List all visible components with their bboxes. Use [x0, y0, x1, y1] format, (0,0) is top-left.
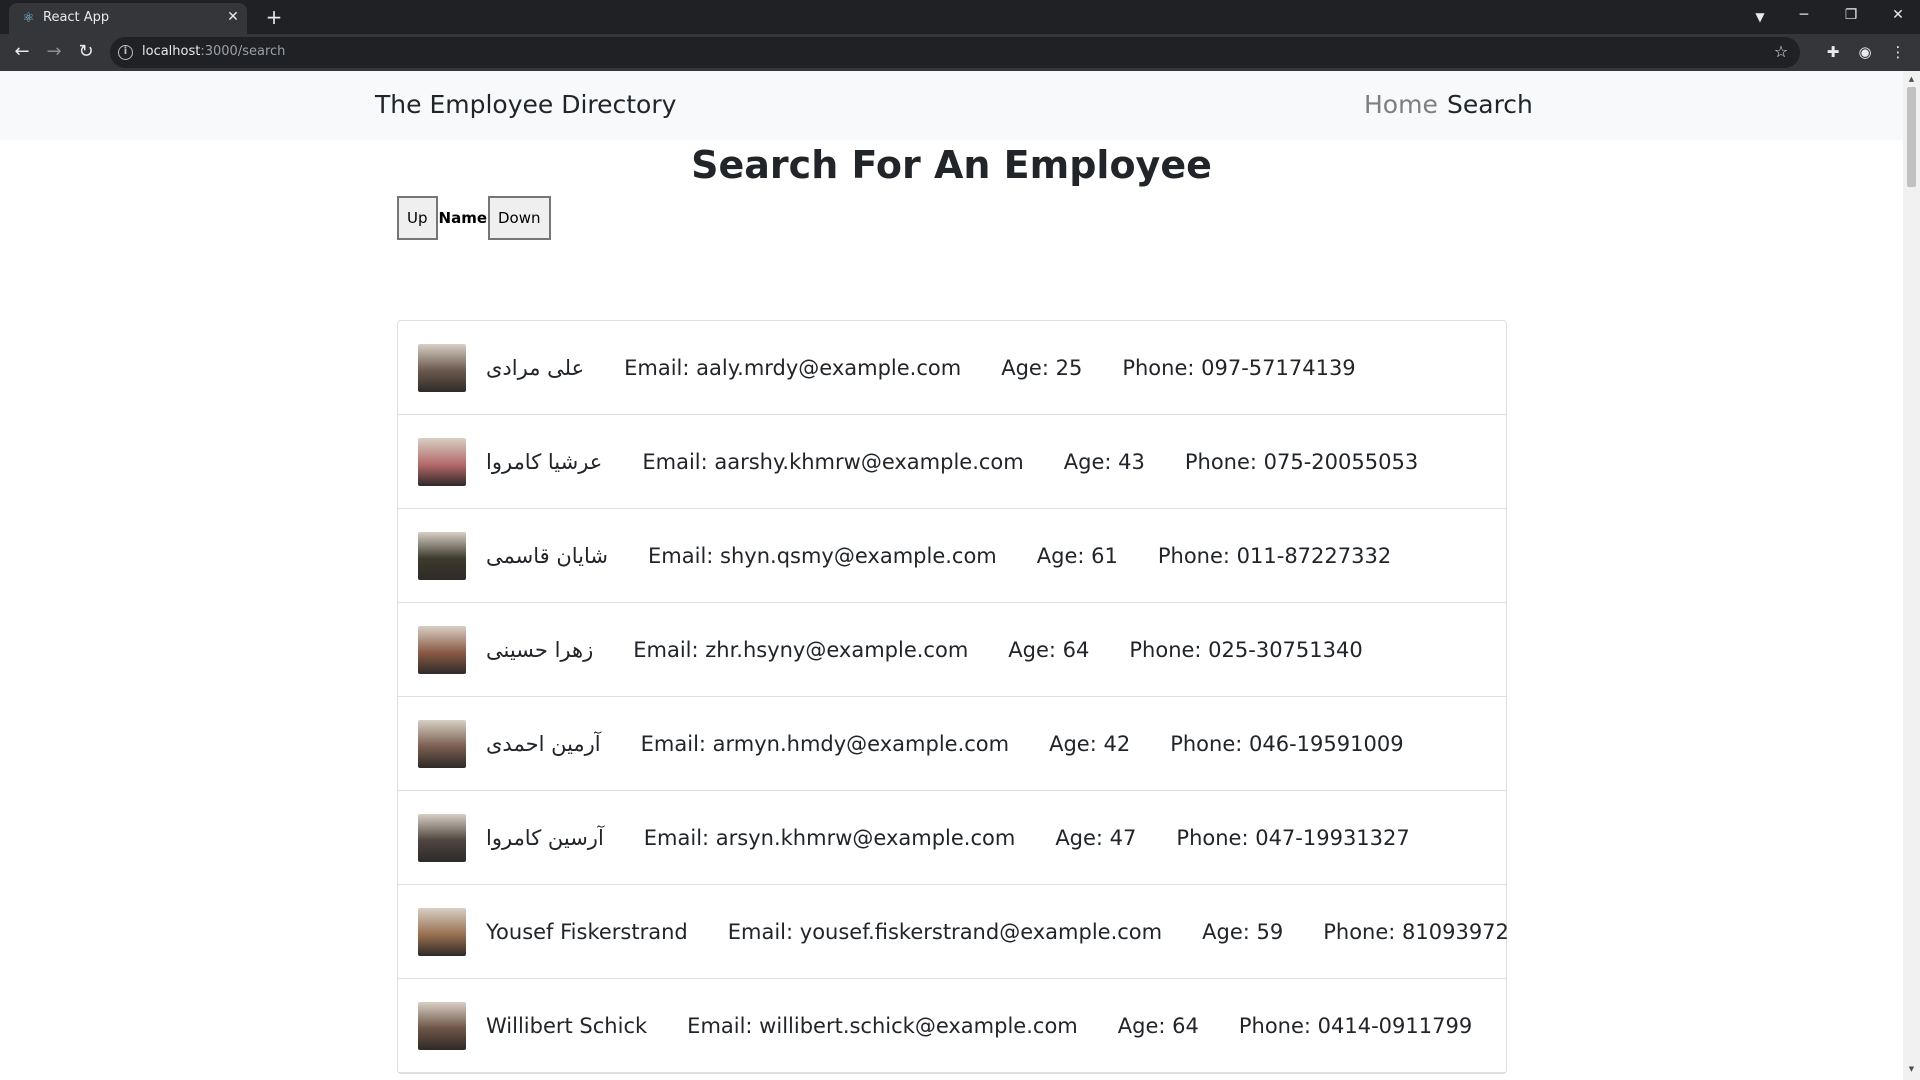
employee-avatar	[418, 343, 466, 392]
address-bar[interactable]: i localhost:3000/search ☆	[110, 37, 1800, 68]
close-tab-icon[interactable]: ✕	[224, 8, 242, 26]
site-info-icon[interactable]: i	[118, 45, 133, 60]
employee-email: Email: willibert.schick@example.com	[687, 1013, 1078, 1038]
sort-up-button[interactable]: Up	[397, 196, 438, 240]
employee-name: عرشیا کامروا	[486, 449, 603, 474]
employee-row: عرشیا کامروا Email: aarshy.khmrw@example.…	[398, 415, 1506, 509]
new-tab-icon[interactable]: +	[260, 3, 288, 31]
employee-age: Age: 42	[1049, 731, 1131, 756]
employee-age: Age: 61	[1036, 543, 1118, 568]
site-navbar: The Employee Directory Home Search	[0, 71, 1903, 140]
employee-name: شایان قاسمی	[486, 543, 609, 568]
site-brand[interactable]: The Employee Directory	[375, 90, 676, 119]
react-favicon-icon: ⚛	[22, 11, 35, 26]
minimize-icon[interactable]: ─	[1782, 0, 1826, 30]
scroll-up-arrow-icon[interactable]: ▲	[1907, 74, 1916, 84]
profile-avatar-icon[interactable]: ◉	[1853, 40, 1877, 64]
employee-email: Email: armyn.hmdy@example.com	[640, 731, 1010, 756]
employee-row: آرمین احمدی Email: armyn.hmdy@example.com…	[398, 697, 1506, 791]
employee-phone: Phone: 075-20055053	[1184, 449, 1419, 474]
extensions-icon[interactable]: ✚	[1821, 40, 1845, 64]
employee-row: شایان قاسمی Email: shyn.qsmy@example.com A…	[398, 509, 1506, 603]
employee-avatar	[418, 437, 466, 486]
employee-phone: Phone: 097-57174139	[1122, 355, 1356, 380]
employee-row: Willibert Schick Email: willibert.schick@…	[398, 979, 1506, 1073]
employee-avatar	[418, 719, 466, 768]
employee-avatar	[418, 907, 466, 956]
employee-row: Yousef Fiskerstrand Email: yousef.fiskers…	[398, 885, 1509, 979]
employee-email: Email: yousef.fiskerstrand@example.com	[727, 919, 1163, 944]
browser-tab-bar: ⚛ React App ✕ + ▼ ─ ❐ ✕	[0, 0, 1920, 34]
bookmark-star-icon[interactable]: ☆	[1770, 41, 1792, 63]
employee-age: Age: 64	[1008, 637, 1090, 662]
page-title: Search For An Employee	[691, 143, 1212, 187]
url-text: localhost:3000/search	[142, 44, 286, 59]
restore-icon[interactable]: ❐	[1829, 0, 1873, 30]
employee-age: Age: 25	[1001, 355, 1083, 380]
browser-tab[interactable]: ⚛ React App ✕	[9, 3, 247, 34]
sort-field-label: Name	[438, 209, 487, 227]
close-window-icon[interactable]: ✕	[1876, 0, 1920, 30]
employee-age: Age: 47	[1055, 825, 1137, 850]
employee-row: علی مرادی Email: aaly.mrdy@example.com Age…	[398, 321, 1506, 415]
employee-phone: Phone: 025-30751340	[1129, 637, 1363, 662]
employee-age: Age: 43	[1063, 449, 1145, 474]
sort-controls: Up Name Down	[397, 196, 551, 240]
employee-avatar	[418, 1001, 466, 1050]
menu-kebab-icon[interactable]: ⋮	[1886, 40, 1910, 64]
employee-email: Email: aaly.mrdy@example.com	[624, 355, 962, 380]
employee-email: Email: zhr.hsyny@example.com	[633, 637, 969, 662]
scroll-thumb[interactable]	[1907, 87, 1916, 187]
nav-link-home[interactable]: Home	[1364, 90, 1438, 119]
employee-avatar	[418, 625, 466, 674]
reload-icon[interactable]: ↻	[72, 38, 100, 66]
employee-email: Email: shyn.qsmy@example.com	[648, 543, 997, 568]
browser-toolbar: ← → ↻ i localhost:3000/search ☆ ✚ ◉ ⋮	[0, 34, 1920, 71]
nav-link-search[interactable]: Search	[1447, 90, 1533, 119]
employee-avatar	[418, 531, 466, 580]
page-viewport: The Employee Directory Home Search Searc…	[0, 71, 1903, 1080]
page-scrollbar[interactable]: ▲ ▼	[1903, 71, 1920, 1080]
employee-avatar	[418, 813, 466, 862]
sort-down-button[interactable]: Down	[488, 196, 551, 240]
employee-phone: Phone: 81093972	[1323, 919, 1509, 944]
employee-email: Email: arsyn.khmrw@example.com	[643, 825, 1016, 850]
employee-phone: Phone: 0414-0911799	[1238, 1013, 1473, 1038]
employee-name: زهرا حسینی	[486, 637, 594, 662]
employee-list: علی مرادی Email: aaly.mrdy@example.com Age…	[397, 320, 1509, 1074]
employee-name: علی مرادی	[486, 355, 585, 380]
employee-age: Age: 64	[1117, 1013, 1199, 1038]
employee-email: Email: aarshy.khmrw@example.com	[642, 449, 1024, 474]
employee-phone: Phone: 046-19591009	[1170, 731, 1404, 756]
employee-name: آرسین کامروا	[486, 825, 604, 850]
employee-name: Yousef Fiskerstrand	[486, 919, 688, 944]
employee-age: Age: 59	[1202, 919, 1284, 944]
employee-row: زهرا حسینی Email: zhr.hsyny@example.com Ag…	[398, 603, 1506, 697]
scroll-down-arrow-icon[interactable]: ▼	[1907, 1064, 1916, 1074]
back-icon[interactable]: ←	[8, 38, 36, 66]
employee-name: آرمین احمدی	[486, 731, 601, 756]
forward-icon[interactable]: →	[40, 38, 68, 66]
employee-name: Willibert Schick	[486, 1013, 648, 1038]
employee-phone: Phone: 047-19931327	[1176, 825, 1410, 850]
tab-title: React App	[43, 10, 110, 25]
tab-search-icon[interactable]: ▼	[1749, 6, 1771, 28]
employee-row: آرسین کامروا Email: arsyn.khmrw@example.c…	[398, 791, 1506, 885]
employee-phone: Phone: 011-87227332	[1157, 543, 1392, 568]
